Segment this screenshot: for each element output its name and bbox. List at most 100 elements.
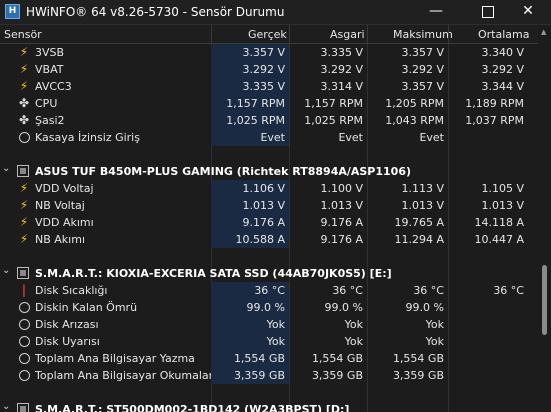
current-value: 1,025 RPM (211, 112, 289, 129)
status-circle-icon (17, 368, 31, 383)
column-header-avg[interactable]: Ortalama (478, 28, 530, 41)
avg-value: 14.118 A (474, 216, 524, 229)
current-value: 3.292 V (211, 61, 289, 78)
max-value: Yok (425, 335, 444, 348)
avg-value: 3.344 V (481, 80, 524, 93)
avg-value: 3.292 V (481, 63, 524, 76)
current-value: 3,359 GB (211, 367, 289, 384)
column-header-min[interactable]: Asgari (330, 28, 365, 41)
sensor-row[interactable]: ✤ CPU 1,157 RPM 1,157 RPM 1,205 RPM 1,189 RPM (0, 95, 538, 112)
column-header-max[interactable]: Maksimum (393, 28, 453, 41)
sensor-label: Toplam Ana Bilgisayar Yazma (35, 352, 195, 365)
minimize-button[interactable]: — (413, 0, 459, 24)
sensor-row[interactable]: ⚡ 3VSB 3.357 V 3.335 V 3.357 V 3.340 V (0, 44, 538, 61)
current-value: 1,157 RPM (211, 95, 289, 112)
min-value: Evet (338, 131, 363, 144)
current-value: 1,554 GB (211, 350, 289, 367)
sensor-row[interactable]: ✤ Şasi2 1,025 RPM 1,025 RPM 1,043 RPM 1,037 R… (0, 112, 538, 129)
max-value: 1,205 RPM (385, 97, 444, 110)
window-title: HWiNFO® 64 v8.26-5730 - Sensör Durumu (26, 5, 285, 19)
avg-value: 1.105 V (481, 182, 524, 195)
sensor-row[interactable]: Kasaya İzinsiz Giriş Evet Evet Evet (0, 129, 538, 146)
sensor-row[interactable]: Toplam Ana Bilgisayar Yazma 1,554 GB 1,554… (0, 350, 538, 367)
bolt-icon: ⚡ (19, 181, 29, 195)
avg-value (448, 129, 528, 146)
sensor-label: NB Akımı (35, 233, 85, 246)
chevron-down-icon[interactable]: ⌄ (2, 265, 10, 276)
bolt-icon: ⚡ (19, 45, 29, 59)
thermometer-icon: | (21, 283, 27, 297)
scrollbar-thumb[interactable] (542, 265, 547, 335)
current-value: 1.013 V (211, 197, 289, 214)
max-value: 36 °C (413, 284, 444, 297)
status-circle-icon (17, 351, 31, 366)
avg-value (448, 367, 528, 384)
sensor-group-header[interactable]: ⌄ S.M.A.R.T.: ST500DM002-1BD142 (W2A3BPST… (0, 401, 538, 412)
avg-value (448, 350, 528, 367)
current-value: 36 °C (211, 282, 289, 299)
column-header-current[interactable]: Gerçek (248, 28, 287, 41)
fan-icon: ✤ (18, 96, 30, 110)
bolt-icon: ⚡ (19, 198, 29, 212)
min-value: 9.176 A (320, 233, 363, 246)
vertical-scrollbar[interactable] (538, 25, 551, 412)
maximize-icon (482, 6, 494, 18)
min-value: 1,025 RPM (304, 114, 363, 127)
sensor-label: VBAT (35, 63, 64, 76)
min-value: 3,359 GB (311, 369, 363, 382)
sensor-group-label: S.M.A.R.T.: KIOXIA-EXCERIA SATA SSD (44A… (35, 267, 392, 280)
sensor-label: VDD Voltaj (35, 182, 94, 195)
column-header: Sensör Gerçek Asgari Maksimum Ortalama (0, 25, 538, 44)
min-value: 1,554 GB (311, 352, 363, 365)
min-value: 1.100 V (320, 182, 363, 195)
close-button[interactable]: ✕ (505, 0, 551, 24)
scroll-up-arrow-icon[interactable]: ▲ (541, 28, 546, 36)
sensor-label: 3VSB (35, 46, 65, 59)
bolt-icon: ⚡ (19, 79, 29, 93)
sensor-row[interactable]: Disk Uyarısı Yok Yok Yok (0, 333, 538, 350)
chevron-down-icon[interactable]: ⌄ (2, 401, 10, 412)
sensor-row[interactable]: ⚡ AVCC3 3.335 V 3.314 V 3.357 V 3.344 V (0, 78, 538, 95)
min-value: 9.176 A (320, 216, 363, 229)
sensor-row[interactable]: Toplam Ana Bilgisayar Okumaları 3,359 GB 3… (0, 367, 538, 384)
status-circle-icon (17, 317, 31, 332)
chevron-down-icon[interactable]: ⌄ (2, 163, 10, 174)
sensor-row[interactable]: ⚡ NB Voltaj 1.013 V 1.013 V 1.013 V 1.013 V (0, 197, 538, 214)
max-value: Yok (425, 318, 444, 331)
avg-value: 36 °C (493, 284, 524, 297)
min-value: Yok (344, 335, 363, 348)
min-value: 3.335 V (320, 46, 363, 59)
column-header-sensor[interactable]: Sensör (4, 28, 42, 41)
sensor-row[interactable]: ⚡ VBAT 3.292 V 3.292 V 3.292 V 3.292 V (0, 61, 538, 78)
avg-value (448, 299, 528, 316)
max-value: 1.013 V (401, 199, 444, 212)
sensor-label: Disk Sıcaklığı (35, 284, 108, 297)
max-value: 3,359 GB (392, 369, 444, 382)
sensor-group-header[interactable]: ⌄ ASUS TUF B450M-PLUS GAMING (Richtek RT8… (0, 163, 538, 180)
sensor-row[interactable]: ⚡ VDD Voltaj 1.106 V 1.100 V 1.113 V 1.105 V (0, 180, 538, 197)
max-value: 3.357 V (401, 80, 444, 93)
title-bar: H HWiNFO® 64 v8.26-5730 - Sensör Durumu … (0, 0, 551, 25)
avg-value (448, 333, 528, 350)
avg-value: 1,037 RPM (465, 114, 524, 127)
sensor-row[interactable]: Disk Arızası Yok Yok Yok (0, 316, 538, 333)
avg-value: 10.447 A (474, 233, 524, 246)
sensor-group-header[interactable]: ⌄ S.M.A.R.T.: KIOXIA-EXCERIA SATA SSD (44… (0, 265, 538, 282)
current-value: 10.588 A (211, 231, 289, 248)
sensor-label: Şasi2 (35, 114, 65, 127)
current-value: 3.357 V (211, 44, 289, 61)
sensor-row[interactable]: Diskin Kalan Ömrü 99.0 % 99.0 % 99.0 % (0, 299, 538, 316)
current-value: Evet (211, 129, 289, 146)
min-value: 3.292 V (320, 63, 363, 76)
sensor-row[interactable]: ⚡ VDD Akımı 9.176 A 9.176 A 19.765 A 14.118 A (0, 214, 538, 231)
min-value: 99.0 % (324, 301, 363, 314)
max-value: 1,043 RPM (385, 114, 444, 127)
sensor-label: CPU (35, 97, 58, 110)
max-value: 1,554 GB (392, 352, 444, 365)
sensor-row[interactable]: ⚡ NB Akımı 10.588 A 9.176 A 11.294 A 10.447 A (0, 231, 538, 248)
sensor-label: Diskin Kalan Ömrü (35, 301, 138, 314)
avg-value (448, 316, 528, 333)
max-value: 1.113 V (401, 182, 444, 195)
chip-icon (17, 165, 29, 177)
sensor-row[interactable]: | Disk Sıcaklığı 36 °C 36 °C 36 °C 36 °C (0, 282, 538, 299)
